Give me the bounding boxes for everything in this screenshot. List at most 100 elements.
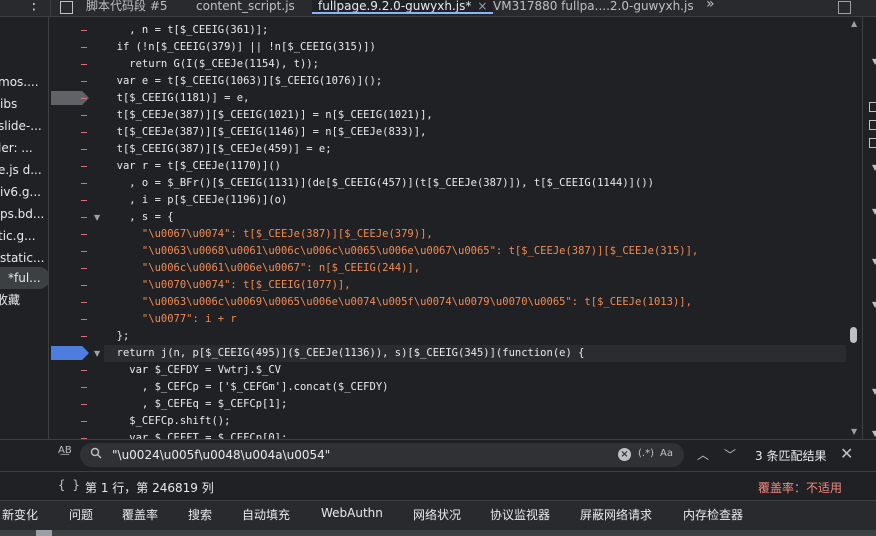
code-line[interactable]: }; (104, 328, 130, 345)
code-line[interactable]: var r = t[$_CEEJe(1170)]() (104, 158, 281, 175)
gutter-line[interactable] (49, 73, 104, 90)
code-line[interactable]: , n = t[$_CEEIG(361)]; (104, 22, 268, 39)
drawer-tab-webauthn[interactable]: WebAuthn (321, 506, 383, 520)
code-line[interactable]: , $_CEFEq = $_CEFCp[1]; (104, 396, 287, 413)
file-item[interactable]: ibs (0, 93, 17, 115)
active-breakpoint-marker[interactable] (51, 346, 89, 360)
fold-arrow-icon[interactable]: ▼ (94, 213, 100, 222)
fold-arrow-icon[interactable]: ▼ (94, 349, 100, 358)
code-line[interactable]: var e = t[$_CEEIG(1063)][$_CEEIG(1076)](… (104, 73, 383, 90)
gutter-line[interactable] (49, 175, 104, 192)
gutter-line[interactable] (49, 294, 104, 311)
coverage-status[interactable]: 覆盖率：不适用 (758, 479, 842, 496)
gutter-line[interactable] (49, 56, 104, 73)
code-line[interactable]: , o = $_BFr()[$_CEEIG(1131)](de[$_CEEIG(… (104, 175, 654, 192)
gutter-line[interactable] (49, 430, 104, 439)
code-line[interactable]: $_CEFCp.shift(); (104, 413, 230, 430)
drawer-tab-protocol-monitor[interactable]: 协议监视器 (490, 506, 550, 523)
tab-content-script[interactable]: content_script.js (196, 0, 295, 15)
gutter-line[interactable] (49, 192, 104, 209)
chevron-down-icon[interactable]: ▼ (872, 429, 876, 438)
toggle-debugger-icon[interactable] (838, 1, 851, 14)
gutter-line[interactable] (49, 277, 104, 294)
code-line[interactable]: t[$_CEEIG(1181)] = e, (104, 90, 250, 107)
code-line[interactable]: "\u0063\u0068\u0061\u006c\u006c\u0065\u0… (104, 243, 698, 260)
gutter-line[interactable] (49, 141, 104, 158)
checkbox[interactable] (869, 102, 876, 112)
chevron-down-icon[interactable]: ▼ (872, 257, 876, 266)
gutter-line[interactable] (49, 413, 104, 430)
vertical-scrollbar[interactable]: ▲ ▼ (846, 17, 861, 439)
gutter-line[interactable] (49, 226, 104, 243)
search-box[interactable]: × (.*) Aa (80, 443, 684, 467)
clear-search-icon[interactable]: × (618, 448, 631, 461)
chevron-down-icon[interactable]: ﹀ (724, 446, 736, 463)
file-item[interactable]: slide-... (0, 115, 42, 137)
file-item[interactable]: tic.g... (0, 225, 36, 247)
code-line[interactable]: , $_CEFCp = ['$_CEFGm'].concat($_CEFDY) (104, 379, 389, 396)
file-item[interactable]: iv6.g... (0, 181, 41, 203)
drawer-tab-autofill[interactable]: 自动填充 (242, 506, 290, 523)
code-line[interactable]: , s = { (104, 209, 173, 226)
code-line[interactable]: var $_CEFFT = $_CEFCp[0]; (104, 430, 287, 439)
drawer-tab-search[interactable]: 搜索 (188, 506, 212, 523)
code-line[interactable]: "\u0063\u006c\u0069\u0065\u006e\u0074\u0… (104, 294, 692, 311)
file-item[interactable]: mos.... (0, 71, 39, 93)
tab-fullpage-js[interactable]: fullpage.9.2.0-guwyxh.js* × (312, 0, 494, 15)
code-line[interactable]: "\u0070\u0074": t[$_CEEIG(1077)], (104, 277, 351, 294)
code-line-paused[interactable]: return j(n, p[$_CEEIG(495)]($_CEEJe(1136… (104, 345, 846, 362)
gutter-line[interactable] (49, 158, 104, 175)
drawer-tab-memory-inspector[interactable]: 内存检查器 (683, 506, 743, 523)
code-line[interactable]: t[$_CEEIG(387)][$_CEEJe(459)] = e; (104, 141, 332, 158)
file-item[interactable]: ler: ... (0, 137, 33, 159)
gutter-line[interactable] (49, 107, 104, 124)
chevron-down-icon[interactable]: ▼ (872, 207, 876, 216)
gutter-line[interactable] (49, 379, 104, 396)
tab-overflow-icon[interactable]: » (706, 0, 715, 12)
scrollbar-thumb[interactable] (850, 327, 857, 343)
gutter-line[interactable] (49, 311, 104, 328)
code-line[interactable]: t[$_CEEJe(387)][$_CEEIG(1021)] = n[$_CEE… (104, 107, 433, 124)
gutter-line[interactable] (49, 260, 104, 277)
drawer-tab-request-blocking[interactable]: 屏蔽网络请求 (580, 506, 652, 523)
tab-vm-fullpage[interactable]: VM317880 fullpa....2.0-guwyxh.js (493, 0, 694, 15)
code-line[interactable]: "\u0067\u0074": t[$_CEEJe(387)][$_CEEJe(… (104, 226, 433, 243)
code-line[interactable]: return G(I($_CEEJe(1154), t)); (104, 56, 319, 73)
gutter-line[interactable] (49, 22, 104, 39)
gutter-line[interactable] (49, 39, 104, 56)
code-line[interactable]: t[$_CEEJe(387)][$_CEEIG(1146)] = n[$_CEE… (104, 124, 427, 141)
file-item[interactable]: e.js d... (0, 159, 42, 181)
gutter-line[interactable] (49, 243, 104, 260)
case-sensitive-toggle[interactable]: Aa (660, 448, 673, 459)
chevron-up-icon[interactable]: ︿ (697, 446, 709, 463)
gutter-line[interactable] (49, 362, 104, 379)
close-tab-icon[interactable]: × (477, 0, 487, 13)
code-line[interactable]: "\u006c\u0061\u006e\u0067": n[$_CEEIG(24… (104, 260, 420, 277)
chevron-down-icon[interactable]: ▼ (872, 387, 876, 396)
regex-toggle[interactable]: (.*) (638, 448, 654, 459)
close-search-icon[interactable]: ✕ (840, 444, 853, 463)
drawer-tab-changes[interactable]: 新变化 (2, 506, 38, 523)
chevron-down-icon[interactable]: ▼ (872, 57, 876, 66)
code-line[interactable]: if (!n[$_CEEIG(379)] || !n[$_CEEIG(315)]… (104, 39, 376, 56)
file-item-selected[interactable]: *ful... (0, 267, 48, 289)
file-item[interactable]: static... (0, 247, 44, 269)
drawer-tab-coverage[interactable]: 覆盖率 (122, 506, 158, 523)
code-line[interactable]: var $_CEFDY = Vwtrj.$_CV (104, 362, 281, 379)
scroll-down-icon[interactable]: ▼ (851, 427, 857, 436)
search-input[interactable] (112, 443, 592, 467)
file-item[interactable]: ps.bd... (0, 203, 44, 225)
code-line[interactable]: "\u0077": i + r (104, 311, 237, 328)
code-editor[interactable]: , n = t[$_CEEIG(361)]; if (!n[$_CEEIG(37… (104, 17, 846, 439)
tab-snippet[interactable]: 脚本代码段 #5 (86, 0, 168, 15)
scroll-up-icon[interactable]: ▲ (851, 19, 857, 28)
match-case-toggle-icon[interactable]: A͟B (58, 445, 72, 456)
pretty-print-button[interactable]: { } (58, 478, 80, 492)
line-gutter[interactable]: ▼ ▼ (49, 17, 104, 439)
chevron-down-icon[interactable]: ▼ (872, 163, 876, 172)
checkbox[interactable] (869, 138, 876, 148)
chevron-down-icon[interactable]: ▼ (872, 300, 876, 309)
gutter-line[interactable] (49, 124, 104, 141)
gutter-line[interactable] (49, 328, 104, 345)
drawer-tab-network-conditions[interactable]: 网络状况 (413, 506, 461, 523)
